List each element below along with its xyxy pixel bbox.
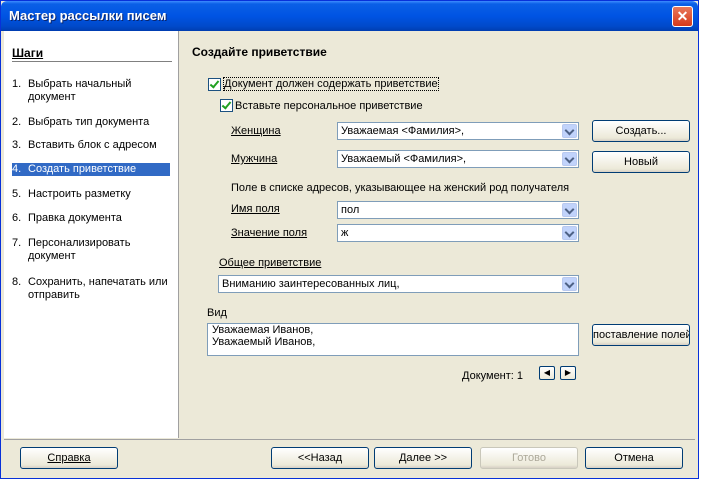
personal-greeting-checkbox[interactable] [220,99,233,112]
dialog-body: Шаги 1. Выбрать начальный документ 2. Вы… [4,31,695,477]
step-label: Персонализировать документ [28,237,131,262]
mail-merge-wizard-window: Мастер рассылки писем ✕ Шаги 1. Выбрать … [0,0,699,479]
personal-greeting-label[interactable]: Вставьте персональное приветствие [235,100,423,112]
step-item-7[interactable]: 7. Персонализировать документ [12,237,170,263]
close-icon: ✕ [676,8,689,24]
step-label: Настроить разметку [28,188,131,200]
step-number: 8. [12,276,22,288]
step-item-5[interactable]: 5. Настроить разметку [12,188,170,201]
general-greeting-value: Вниманию заинтересованных лиц, [222,278,400,290]
male-label: Мужчина [231,153,278,165]
step-item-1[interactable]: 1. Выбрать начальный документ [12,78,170,104]
contain-greeting-checkbox[interactable] [208,78,221,91]
field-value-select[interactable]: ж [337,224,579,242]
field-name-select[interactable]: пол [337,201,579,219]
arrow-left-icon: ◀ [543,368,551,377]
greeting-preview: Уважаемая Иванов, Уважаемый Иванов, [207,323,579,356]
preview-label: Вид [207,307,227,319]
next-document-button[interactable]: ▶ [560,366,576,380]
preview-line: Уважаемая Иванов, [212,324,314,336]
title-bar[interactable]: Мастер рассылки писем ✕ [1,1,698,31]
window-title: Мастер рассылки писем [9,8,167,23]
chevron-down-icon[interactable] [562,277,577,291]
prev-document-button[interactable]: ◀ [539,366,555,380]
steps-title: Шаги [12,46,44,60]
step-number: 4. [12,163,22,175]
step-item-2[interactable]: 2. Выбрать тип документа [12,116,170,129]
step-label: Сохранить, напечатать или отправить [28,276,168,301]
general-greeting-select[interactable]: Вниманию заинтересованных лиц, [218,275,579,293]
back-button[interactable]: <<Назад [271,447,369,469]
help-button-label: Справка [47,452,91,464]
step-number: 5. [12,188,22,200]
help-button[interactable]: Справка [20,447,118,469]
steps-sidebar: Шаги 1. Выбрать начальный документ 2. Вы… [4,31,179,438]
finish-button[interactable]: Готово [480,447,578,469]
chevron-down-icon[interactable] [562,203,577,217]
field-section-label: Поле в списке адресов, указывающее на же… [231,182,570,194]
page-title: Создайте приветствие [192,45,327,59]
step-number: 1. [12,78,22,90]
field-value-label: Значение поля [231,227,308,239]
step-number: 3. [12,139,22,151]
chevron-down-icon[interactable] [562,226,577,240]
new-button[interactable]: Новый [592,151,690,173]
step-number: 7. [12,237,22,249]
create-button[interactable]: Создать... [592,120,690,142]
chevron-down-icon[interactable] [562,124,577,138]
step-label: Правка документа [28,212,122,224]
document-counter: Документ: 1 [462,370,524,382]
female-greeting-select[interactable]: Уважаемая <Фамилия>, [337,122,579,140]
arrow-right-icon: ▶ [564,368,572,377]
footer-divider [4,439,695,440]
field-name-value: пол [341,204,360,216]
contain-greeting-label[interactable]: Документ должен содержать приветствие [223,77,439,91]
field-mapping-button[interactable]: поставление полей [592,324,690,346]
male-greeting-select[interactable]: Уважаемый <Фамилия>, [337,150,579,168]
step-number: 2. [12,116,22,128]
step-label: Выбрать начальный документ [28,78,132,103]
field-value-value: ж [341,227,349,239]
step-number: 6. [12,212,22,224]
step-item-8[interactable]: 8. Сохранить, напечатать или отправить [12,276,170,302]
close-button[interactable]: ✕ [672,6,693,27]
female-label: Женщина [231,125,281,137]
female-greeting-value: Уважаемая <Фамилия>, [341,125,465,137]
step-label: Вставить блок с адресом [28,139,157,151]
step-item-3[interactable]: 3. Вставить блок с адресом [12,139,170,152]
step-label: Создать приветствие [28,163,137,175]
next-button[interactable]: Далее >> [374,447,472,469]
cancel-button[interactable]: Отмена [585,447,683,469]
step-label: Выбрать тип документа [28,116,150,128]
male-greeting-value: Уважаемый <Фамилия>, [341,153,467,165]
general-greeting-label: Общее приветствие [219,257,322,269]
step-item-4[interactable]: 4. Создать приветствие [12,163,170,176]
field-name-label: Имя поля [231,203,280,215]
step-item-6[interactable]: 6. Правка документа [12,212,170,225]
chevron-down-icon[interactable] [562,152,577,166]
preview-line: Уважаемый Иванов, [212,336,316,348]
steps-divider [12,61,172,62]
